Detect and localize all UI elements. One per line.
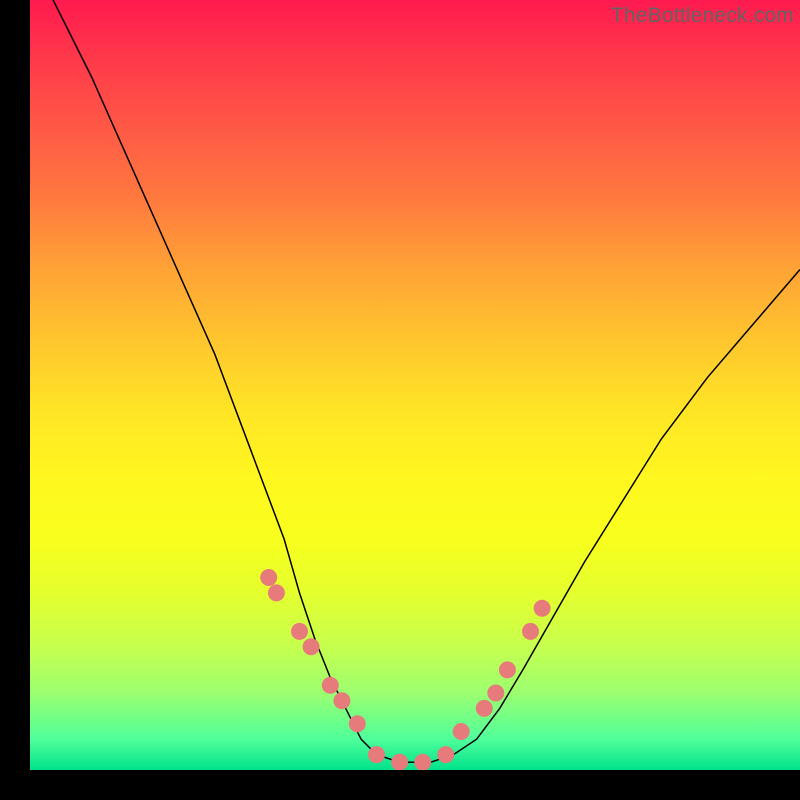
marker-point (291, 623, 308, 640)
marker-point (499, 661, 516, 678)
marker-point (476, 700, 493, 717)
marker-point (487, 685, 504, 702)
marker-point (522, 623, 539, 640)
marker-point (534, 600, 551, 617)
marker-point (368, 746, 385, 763)
marker-point (414, 754, 431, 770)
bottleneck-curve (53, 0, 800, 762)
marker-point (268, 584, 285, 601)
marker-point (303, 638, 320, 655)
marker-point (322, 677, 339, 694)
marker-group (260, 569, 550, 770)
marker-point (333, 692, 350, 709)
plot-area: TheBottleneck.com (30, 0, 800, 770)
marker-point (437, 746, 454, 763)
chart-overlay (30, 0, 800, 770)
marker-point (260, 569, 277, 586)
marker-point (453, 723, 470, 740)
marker-point (349, 715, 366, 732)
watermark-text: TheBottleneck.com (611, 4, 794, 28)
marker-point (391, 754, 408, 770)
chart-frame: TheBottleneck.com (0, 0, 800, 800)
